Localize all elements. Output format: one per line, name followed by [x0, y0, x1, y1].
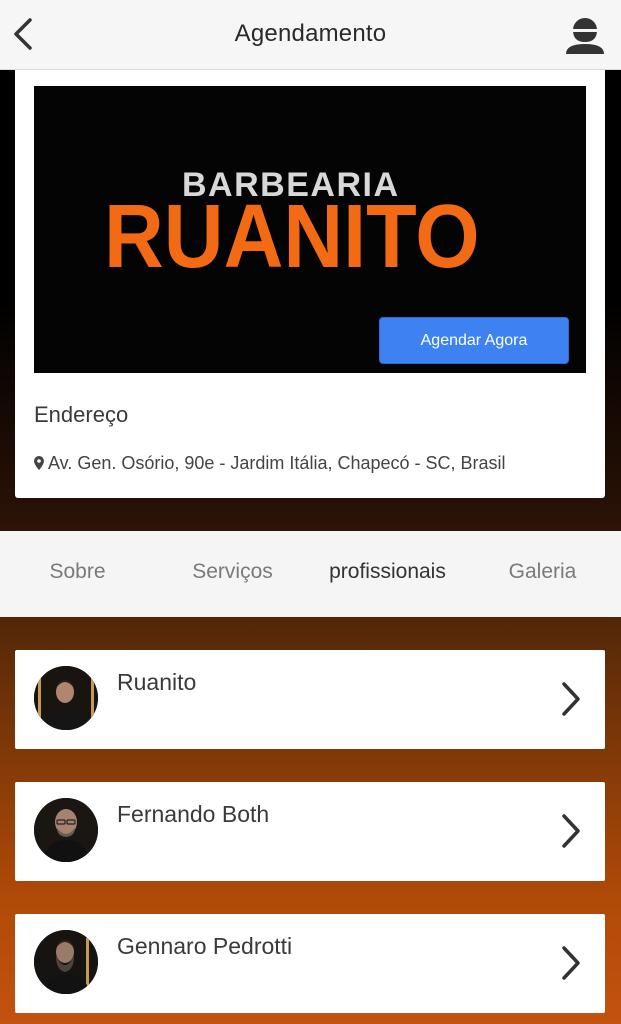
schedule-now-button[interactable]: Agendar Agora: [379, 317, 569, 364]
user-profile-icon[interactable]: [562, 12, 608, 56]
avatar: [34, 666, 98, 730]
address-heading: Endereço: [34, 402, 129, 427]
brand-logo-main: RUANITO: [104, 187, 480, 287]
professional-card-fernando-both[interactable]: Fernando Both: [15, 782, 605, 881]
top-app-bar: Agendamento: [0, 0, 621, 70]
section-tabs: Sobre Serviços profissionais Galeria: [0, 531, 621, 617]
address-text: Av. Gen. Osório, 90e - Jardim Itália, Ch…: [48, 453, 506, 473]
page-title: Agendamento: [234, 20, 387, 47]
avatar-photo-icon: [34, 666, 98, 730]
tab-servicos[interactable]: Serviços: [155, 560, 310, 584]
avatar: [34, 930, 98, 994]
chevron-right-icon: [562, 682, 580, 716]
barbershop-info-card: BARBEARIA RUANITO Agendar Agora Endereço…: [15, 70, 605, 498]
map-pin-icon: [34, 456, 44, 470]
tab-profissionais[interactable]: profissionais: [310, 560, 465, 584]
address-row: Av. Gen. Osório, 90e - Jardim Itália, Ch…: [34, 453, 506, 474]
avatar-photo-icon: [34, 930, 98, 994]
avatar-photo-icon: [34, 798, 98, 862]
tab-sobre[interactable]: Sobre: [0, 560, 155, 584]
avatar: [34, 798, 98, 862]
tab-galeria[interactable]: Galeria: [465, 560, 620, 584]
professional-name: Gennaro Pedrotti: [117, 933, 293, 959]
barbershop-banner: BARBEARIA RUANITO Agendar Agora: [34, 86, 586, 373]
professional-card-ruanito[interactable]: Ruanito: [15, 650, 605, 749]
chevron-right-icon: [562, 814, 580, 848]
professional-card-gennaro-pedrotti[interactable]: Gennaro Pedrotti: [15, 914, 605, 1013]
professional-name: Fernando Both: [117, 801, 270, 827]
professional-name: Ruanito: [117, 669, 197, 695]
chevron-right-icon: [562, 946, 580, 980]
